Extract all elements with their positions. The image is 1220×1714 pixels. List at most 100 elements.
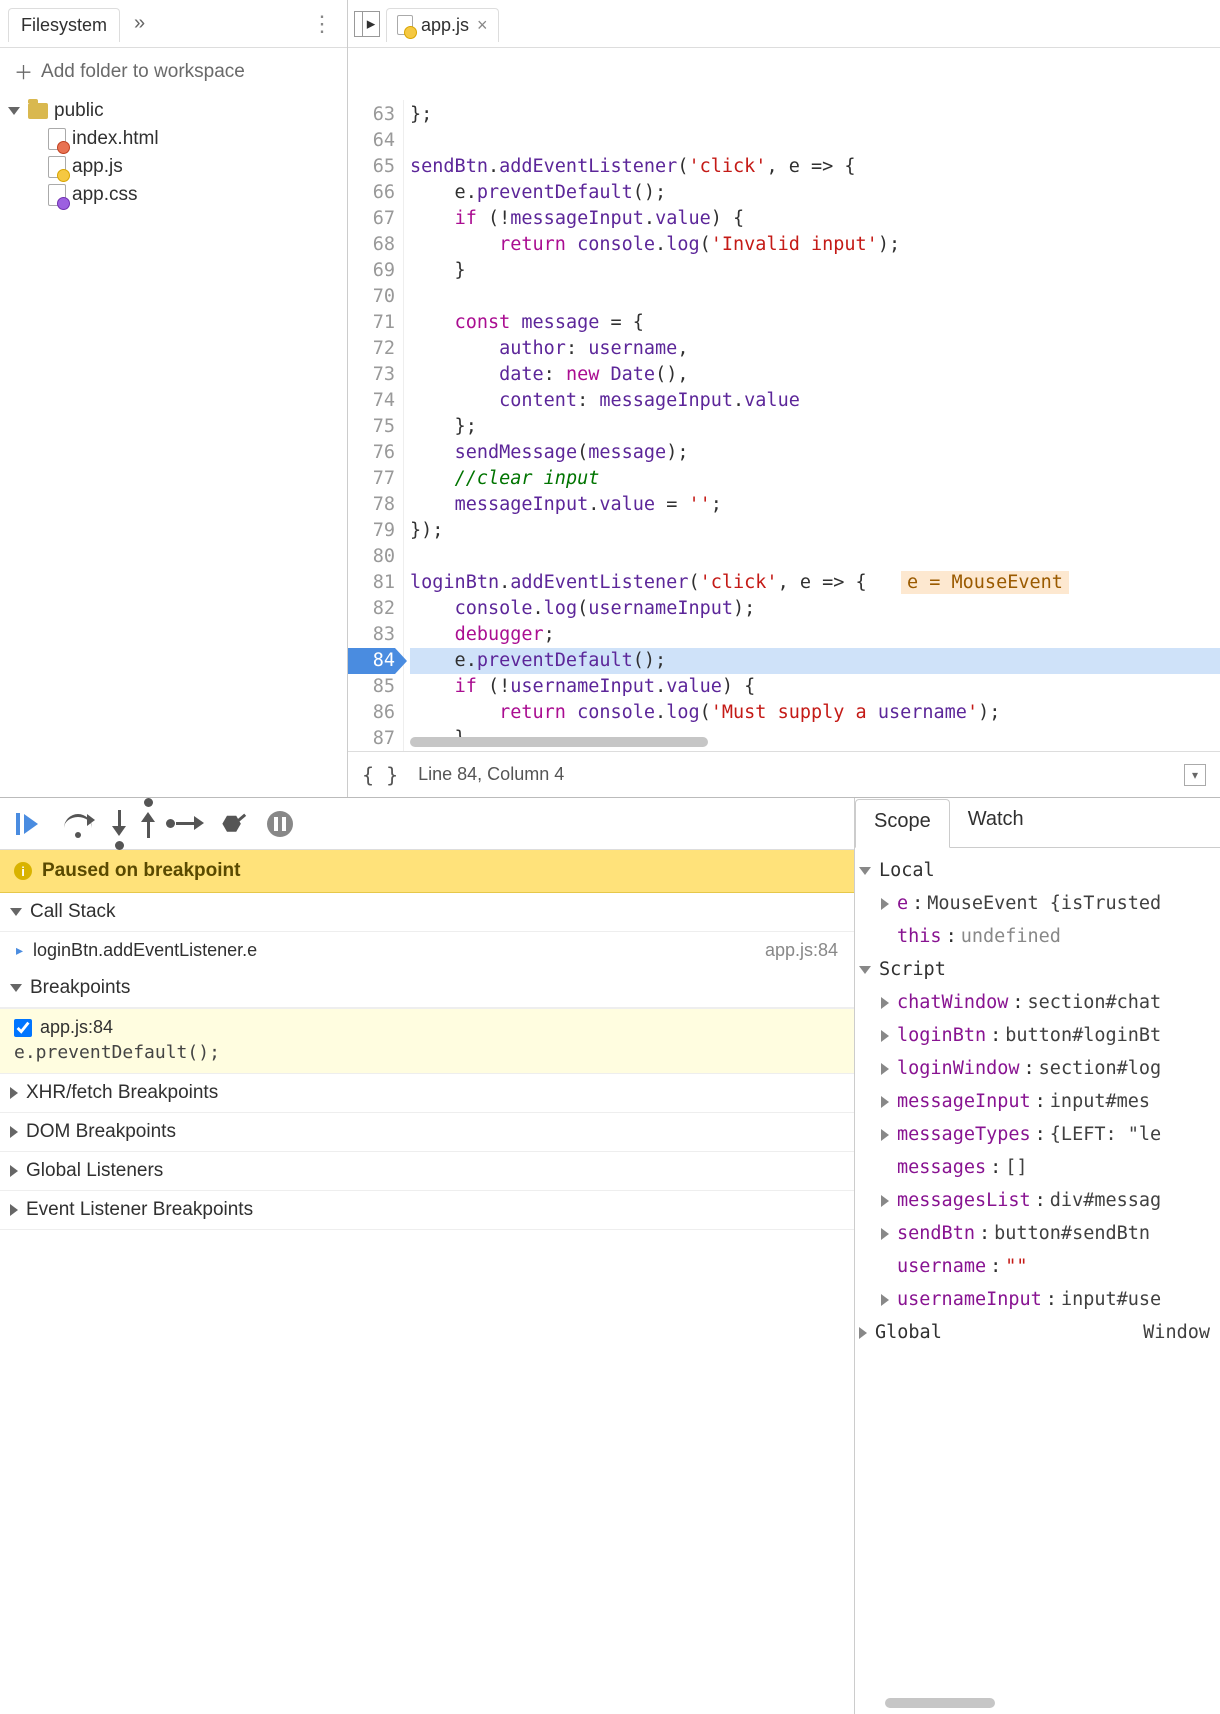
caret-right-icon (881, 1195, 889, 1207)
editor-tabbar: ▸ app.js × (348, 0, 1220, 48)
add-folder-button[interactable]: ＋ Add folder to workspace (0, 48, 347, 95)
toggle-sidebar-icon[interactable]: ▸ (354, 11, 380, 37)
caret-right-icon (10, 1204, 18, 1216)
folder-public[interactable]: public (4, 97, 343, 125)
scope-var[interactable]: loginBtn: button#loginBt (859, 1019, 1216, 1052)
tab-scope[interactable]: Scope (855, 799, 950, 848)
breakpoints-header[interactable]: Breakpoints (0, 969, 854, 1008)
scope-var[interactable]: messagesList: div#messag (859, 1184, 1216, 1217)
scope-var[interactable]: chatWindow: section#chat (859, 986, 1216, 1019)
caret-right-icon (881, 997, 889, 1009)
scope-var[interactable]: username: "" (859, 1250, 1216, 1283)
caret-right-icon (881, 1228, 889, 1240)
caret-right-icon (10, 1165, 18, 1177)
code-lines[interactable]: };sendBtn.addEventListener('click', e =>… (404, 100, 1220, 751)
file-app-css[interactable]: app.css (4, 181, 343, 209)
global-value: Window (1143, 1316, 1216, 1349)
call-stack-header[interactable]: Call Stack (0, 893, 854, 932)
code-area[interactable]: 6364656667686970717273747576777879808182… (348, 48, 1220, 751)
plus-icon: ＋ (14, 58, 33, 85)
frame-location: app.js:84 (765, 940, 838, 961)
caret-down-icon (859, 966, 871, 974)
folder-label: public (54, 100, 104, 122)
debugger-section[interactable]: Global Listeners (0, 1152, 854, 1191)
info-icon: i (14, 862, 32, 880)
caret-right-icon (881, 1030, 889, 1042)
scope-global[interactable]: Global Window (859, 1316, 1216, 1349)
scope-var[interactable]: sendBtn: button#sendBtn (859, 1217, 1216, 1250)
deactivate-breakpoints-button[interactable]: ⬣ (222, 811, 241, 837)
scope-label: Script (879, 953, 946, 986)
file-app-js[interactable]: app.js (4, 153, 343, 181)
file-css-icon (48, 184, 66, 206)
cursor-position: Line 84, Column 4 (418, 764, 564, 785)
folder-icon (28, 103, 48, 119)
scope-script[interactable]: Script (859, 953, 1216, 986)
scope-var[interactable]: messageTypes: {LEFT: "le (859, 1118, 1216, 1151)
debugger-section[interactable]: Event Listener Breakpoints (0, 1191, 854, 1230)
filesystem-tab[interactable]: Filesystem (8, 8, 120, 42)
scope-tree[interactable]: Local e: MouseEvent {isTrusted this: und… (855, 848, 1220, 1355)
breakpoint-label: app.js:84 (40, 1017, 113, 1038)
call-stack-frame[interactable]: ▸ loginBtn.addEventListener.e app.js:84 (0, 932, 854, 969)
file-js-icon (397, 15, 413, 35)
step-button[interactable] (176, 822, 196, 825)
tab-watch[interactable]: Watch (950, 798, 1042, 847)
scope-tabs: Scope Watch (855, 798, 1220, 848)
caret-right-icon (881, 898, 889, 910)
frame-name: loginBtn.addEventListener.e (33, 940, 257, 961)
caret-right-icon (10, 1126, 18, 1138)
close-tab-icon[interactable]: × (477, 15, 488, 36)
scope-label: Local (879, 854, 935, 887)
section-label: Call Stack (30, 901, 116, 923)
breakpoint-checkbox[interactable] (14, 1019, 32, 1037)
statusbar-dropdown-icon[interactable]: ▾ (1184, 764, 1206, 786)
scope-var-e[interactable]: e: MouseEvent {isTrusted (859, 887, 1216, 920)
resume-button[interactable] (24, 814, 38, 834)
tab-label: app.js (421, 15, 469, 36)
file-index-html[interactable]: index.html (4, 125, 343, 153)
debugger-panel: ⬣ i Paused on breakpoint Call Stack ▸ lo… (0, 798, 1220, 1714)
editor-statusbar: { } Line 84, Column 4 ▾ (348, 751, 1220, 797)
debugger-section[interactable]: DOM Breakpoints (0, 1113, 854, 1152)
pretty-print-icon[interactable]: { } (362, 763, 398, 787)
sidebar-menu-icon[interactable]: ⋮ (305, 11, 339, 37)
step-into-button[interactable] (118, 810, 121, 838)
caret-right-icon (881, 1294, 889, 1306)
caret-down-icon (859, 867, 871, 875)
section-label: Breakpoints (30, 977, 130, 999)
caret-right-icon (881, 1096, 889, 1108)
add-folder-label: Add folder to workspace (41, 61, 245, 83)
tab-app-js[interactable]: app.js × (386, 8, 499, 42)
caret-down-icon (10, 984, 22, 992)
caret-right-icon (859, 1327, 867, 1339)
step-out-button[interactable] (147, 810, 150, 838)
step-over-button[interactable] (64, 814, 92, 834)
caret-down-icon (8, 107, 20, 115)
scope-label: Global (875, 1316, 942, 1349)
debugger-section[interactable]: XHR/fetch Breakpoints (0, 1074, 854, 1113)
debugger-controls-pane: ⬣ i Paused on breakpoint Call Stack ▸ lo… (0, 798, 855, 1714)
editor-horizontal-scrollbar[interactable] (410, 737, 1216, 751)
caret-right-icon (881, 1129, 889, 1141)
line-gutter[interactable]: 6364656667686970717273747576777879808182… (348, 100, 404, 751)
pause-on-exceptions-button[interactable] (267, 811, 293, 837)
breakpoint-code: e.preventDefault(); (14, 1038, 840, 1063)
current-frame-icon: ▸ (16, 942, 23, 959)
scope-var[interactable]: messageInput: input#mes (859, 1085, 1216, 1118)
filesystem-sidebar: Filesystem » ⋮ ＋ Add folder to workspace… (0, 0, 348, 797)
scope-horizontal-scrollbar[interactable] (885, 1698, 1190, 1710)
overflow-tabs-icon[interactable]: » (134, 12, 145, 35)
scope-var[interactable]: messages: [] (859, 1151, 1216, 1184)
section-label: Event Listener Breakpoints (26, 1199, 253, 1221)
code-editor: ▸ app.js × 63646566676869707172737475767… (348, 0, 1220, 797)
scope-local[interactable]: Local (859, 854, 1216, 887)
debugger-toolbar: ⬣ (0, 798, 854, 850)
caret-right-icon (10, 1087, 18, 1099)
section-label: XHR/fetch Breakpoints (26, 1082, 218, 1104)
scope-var[interactable]: usernameInput: input#use (859, 1283, 1216, 1316)
file-label: index.html (72, 128, 159, 150)
scope-var[interactable]: loginWindow: section#log (859, 1052, 1216, 1085)
scope-var-this[interactable]: this: undefined (859, 920, 1216, 953)
breakpoint-item[interactable]: app.js:84 e.preventDefault(); (0, 1008, 854, 1074)
